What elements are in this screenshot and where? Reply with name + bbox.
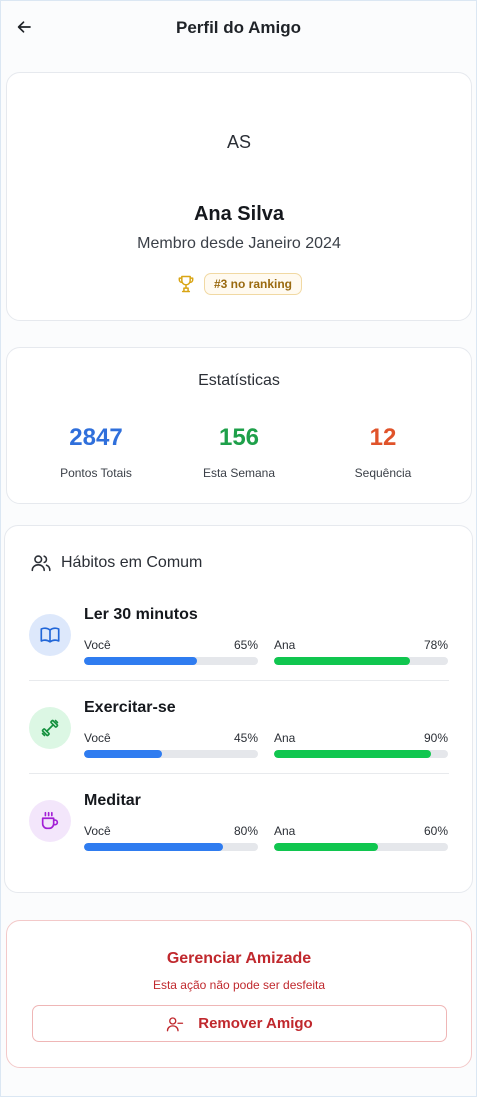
common-habits-card: Hábitos em Comum Ler 30 minutos Você 65%… — [4, 525, 473, 893]
stat-value: 156 — [218, 424, 260, 451]
divider — [29, 773, 449, 774]
you-percent: 45% — [233, 731, 258, 745]
stat-label: Esta Semana — [202, 466, 276, 480]
manage-friendship-card: Gerenciar Amizade Esta ação não pode ser… — [6, 920, 472, 1068]
user-minus-icon — [167, 1016, 184, 1031]
progress-track — [274, 843, 448, 851]
stat-label: Sequência — [354, 466, 412, 480]
you-progress: Você 65% — [84, 638, 258, 665]
profile-name: Ana Silva — [193, 203, 285, 225]
progress-track — [274, 657, 448, 665]
you-label: Você — [84, 731, 111, 745]
habit-name: Meditar — [84, 792, 141, 809]
stat-label: Pontos Totais — [60, 466, 132, 480]
friend-label: Ana — [274, 731, 296, 745]
you-percent: 65% — [233, 638, 258, 652]
page-title: Perfil do Amigo — [176, 18, 301, 37]
rank-badge: #3 no ranking — [203, 273, 303, 295]
habit-row-meditate: Meditar Você 80% Ana 60% — [29, 786, 449, 868]
you-label: Você — [84, 638, 111, 652]
you-progress: Você 80% — [84, 824, 258, 851]
divider — [29, 680, 449, 681]
progress-fill-friend — [274, 657, 410, 665]
danger-subtitle: Esta ação não pode ser desfeita — [152, 978, 326, 992]
habits-title: Hábitos em Comum — [61, 554, 203, 571]
stat-value: 12 — [369, 424, 397, 451]
progress-track — [84, 750, 258, 758]
app-header: Perfil do Amigo — [1, 1, 476, 55]
habit-row-exercise: Exercitar-se Você 45% Ana 90% — [29, 693, 449, 775]
coffee-icon — [29, 800, 71, 842]
stat-total-points: 2847 Pontos Totais — [21, 424, 171, 480]
remove-friend-button[interactable]: Remover Amigo — [32, 1005, 447, 1042]
users-icon — [31, 555, 51, 572]
stat-streak: 12 Sequência — [308, 424, 458, 480]
remove-friend-label: Remover Amigo — [198, 1015, 313, 1032]
danger-title: Gerenciar Amizade — [166, 950, 312, 967]
friend-percent: 90% — [423, 731, 448, 745]
progress-track — [274, 750, 448, 758]
trophy-icon — [178, 275, 194, 293]
habit-name: Exercitar-se — [84, 699, 176, 716]
progress-fill-you — [84, 750, 163, 758]
member-since: Membro desde Janeiro 2024 — [137, 235, 341, 252]
habit-name: Ler 30 minutos — [84, 606, 198, 623]
progress-track — [84, 657, 258, 665]
friend-progress: Ana 60% — [274, 824, 448, 851]
progress-fill-friend — [274, 843, 379, 851]
friend-progress: Ana 90% — [274, 731, 448, 758]
you-label: Você — [84, 824, 111, 838]
friend-label: Ana — [274, 824, 296, 838]
rank-row: #3 no ranking — [7, 273, 471, 295]
friend-label: Ana — [274, 638, 296, 652]
profile-card: AS Ana Silva Membro desde Janeiro 2024 #… — [6, 72, 472, 321]
friend-percent: 78% — [423, 638, 448, 652]
progress-fill-you — [84, 843, 224, 851]
stats-title: Estatísticas — [198, 372, 280, 389]
you-progress: Você 45% — [84, 731, 258, 758]
progress-track — [84, 843, 258, 851]
habit-row-read: Ler 30 minutos Você 65% Ana 78% — [29, 600, 449, 682]
habits-header: Hábitos em Comum — [30, 552, 202, 574]
progress-fill-friend — [274, 750, 431, 758]
stat-this-week: 156 Esta Semana — [164, 424, 314, 480]
you-percent: 80% — [233, 824, 258, 838]
dumbbell-icon — [29, 707, 71, 749]
avatar: AS — [226, 132, 251, 152]
progress-fill-you — [84, 657, 198, 665]
stat-value: 2847 — [69, 424, 123, 451]
stats-card: Estatísticas 2847 Pontos Totais 156 Esta… — [6, 347, 472, 504]
friend-percent: 60% — [423, 824, 448, 838]
book-icon — [29, 614, 71, 656]
friend-progress: Ana 78% — [274, 638, 448, 665]
